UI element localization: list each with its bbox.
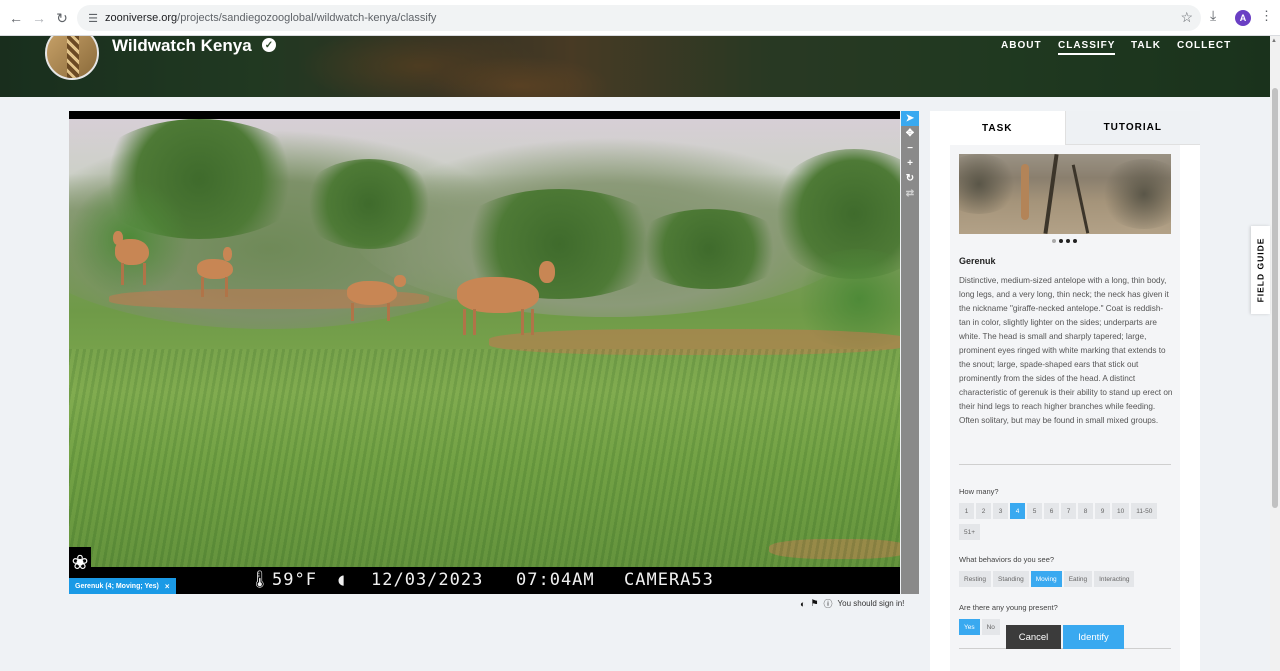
download-icon[interactable]: ⤓ — [1210, 7, 1216, 24]
flag-icon[interactable]: ⚑ — [810, 598, 818, 609]
camera-id-readout: CAMERA53 — [624, 570, 714, 590]
remove-annotation-icon[interactable]: × — [165, 582, 170, 591]
behavior-option-selected[interactable]: Moving — [1030, 571, 1062, 587]
task-panel: TASK TUTORIAL Gerenuk Distinctive, mediu… — [930, 111, 1200, 671]
gerenuk-figure — [1021, 164, 1029, 220]
count-option[interactable]: 51+ — [959, 524, 981, 540]
reset-view-icon[interactable]: ⇄ — [901, 186, 919, 201]
count-option[interactable]: 6 — [1044, 503, 1059, 519]
url-text[interactable]: zooniverse.org/projects/sandiegozoogloba… — [105, 12, 436, 24]
profile-avatar[interactable]: A — [1235, 10, 1251, 26]
invert-colors-icon[interactable]: ◐ — [800, 599, 805, 609]
project-avatar[interactable] — [45, 36, 99, 80]
page-scrollbar[interactable]: ▲ — [1270, 36, 1280, 671]
url-domain: zooniverse.org — [105, 12, 178, 24]
moon-phase-icon: ◖ — [336, 570, 348, 590]
project-title[interactable]: Wildwatch Kenya — [112, 36, 252, 56]
acacia-tree — [629, 209, 789, 289]
viewer-toolbar: ➤ ✥ − + ↻ ⇄ — [901, 111, 919, 594]
divider — [959, 464, 1171, 465]
count-option[interactable]: 10 — [1112, 503, 1130, 519]
site-info-icon[interactable]: ☰ — [85, 10, 101, 26]
carousel-dot[interactable] — [1073, 239, 1077, 243]
question-behaviors: What behaviors do you see? — [959, 555, 1055, 564]
count-option[interactable]: 3 — [993, 503, 1008, 519]
viewer-meta: ◐ ⚑ ⓘ You should sign in! — [800, 597, 904, 610]
rotate-icon[interactable]: ↻ — [901, 171, 919, 186]
temperature-readout: 59°F — [272, 570, 317, 590]
time-readout: 07:04AM — [516, 570, 595, 590]
species-example-image[interactable] — [959, 154, 1171, 234]
bookmark-star-icon[interactable]: ☆ — [1180, 9, 1193, 26]
grass-foreground — [69, 349, 900, 575]
behavior-option[interactable]: Resting — [959, 571, 992, 587]
project-header: Wildwatch Kenya ✓ ABOUT CLASSIFY TALK CO… — [0, 36, 1270, 97]
browser-menu-icon[interactable]: ⋮ — [1260, 8, 1273, 24]
nav-talk[interactable]: TALK — [1131, 40, 1161, 51]
acacia-tree — [299, 159, 439, 249]
info-icon[interactable]: ⓘ — [824, 597, 833, 610]
scroll-up-arrow-icon[interactable]: ▲ — [1271, 38, 1277, 44]
sign-in-prompt[interactable]: You should sign in! — [838, 599, 905, 608]
camera-brand-logo-icon: ❀ — [69, 547, 91, 577]
nav-classify[interactable]: CLASSIFY — [1058, 40, 1116, 55]
camera-info-bar: 🌡︎ 59°F ◖ 12/03/2023 07:04AM CAMERA53 — [69, 567, 900, 594]
count-option[interactable]: 9 — [1095, 503, 1110, 519]
camera-trap-photo[interactable] — [69, 119, 900, 575]
zoom-out-icon[interactable]: − — [901, 141, 919, 156]
nav-collect[interactable]: COLLECT — [1177, 40, 1231, 51]
behavior-options: Resting Standing Moving Eating Interacti… — [959, 571, 1171, 587]
behavior-option[interactable]: Standing — [993, 571, 1029, 587]
species-detail: Gerenuk Distinctive, medium-sized antelo… — [950, 145, 1180, 671]
field-guide-tab[interactable]: FIELD GUIDE — [1251, 226, 1270, 314]
how-many-options: 1 2 3 4 5 6 7 8 9 10 11-50 51+ — [959, 503, 1171, 540]
species-name: Gerenuk — [959, 256, 996, 266]
count-option[interactable]: 7 — [1061, 503, 1076, 519]
tab-tutorial[interactable]: TUTORIAL — [1064, 111, 1200, 145]
behavior-option[interactable]: Interacting — [1094, 571, 1135, 587]
task-tabs: TASK TUTORIAL — [930, 111, 1200, 145]
count-option[interactable]: 2 — [976, 503, 991, 519]
scrollbar-thumb[interactable] — [1272, 88, 1278, 508]
forward-arrow-icon[interactable]: → — [27, 6, 51, 30]
annotation-tag[interactable]: Gerenuk (4; Moving; Yes) × — [69, 578, 176, 594]
carousel-dot[interactable] — [1066, 239, 1070, 243]
zoom-in-icon[interactable]: + — [901, 156, 919, 171]
count-option[interactable]: 11-50 — [1131, 503, 1158, 519]
subject-viewer[interactable]: 🌡︎ 59°F ◖ 12/03/2023 07:04AM CAMERA53 ❀ — [69, 111, 900, 594]
pointer-tool-icon[interactable]: ➤ — [901, 111, 919, 126]
identify-button[interactable]: Identify — [1063, 625, 1124, 649]
move-tool-icon[interactable]: ✥ — [901, 126, 919, 141]
tab-task[interactable]: TASK — [930, 111, 1065, 145]
carousel-dot[interactable] — [1052, 239, 1056, 243]
count-option-selected[interactable]: 4 — [1010, 503, 1025, 519]
verified-badge-icon: ✓ — [262, 38, 276, 52]
address-bar[interactable]: ☰ zooniverse.org/projects/sandiegozooglo… — [77, 5, 1201, 31]
species-description: Distinctive, medium-sized antelope with … — [959, 276, 1173, 425]
reload-icon[interactable]: ↻ — [50, 6, 74, 30]
back-arrow-icon[interactable]: ← — [4, 6, 28, 30]
nav-about[interactable]: ABOUT — [1001, 40, 1042, 51]
cancel-button[interactable]: Cancel — [1006, 625, 1061, 649]
young-option-selected[interactable]: Yes — [959, 619, 980, 635]
question-how-many: How many? — [959, 487, 999, 496]
count-option[interactable]: 5 — [1027, 503, 1042, 519]
browser-toolbar: ← → ↻ ☰ zooniverse.org/projects/sandiego… — [0, 0, 1280, 36]
count-option[interactable]: 1 — [959, 503, 974, 519]
thermometer-icon: 🌡︎ — [249, 570, 272, 590]
question-young-present: Are there any young present? — [959, 603, 1058, 612]
action-buttons: Cancel Identify — [1006, 625, 1124, 649]
url-path: /projects/sandiegozooglobal/wildwatch-ke… — [177, 12, 437, 24]
carousel-dot[interactable] — [1059, 239, 1063, 243]
behavior-option[interactable]: Eating — [1063, 571, 1093, 587]
annotation-summary: Gerenuk (4; Moving; Yes) — [75, 582, 159, 590]
count-option[interactable]: 8 — [1078, 503, 1093, 519]
image-carousel-dots[interactable] — [1052, 239, 1077, 243]
field-guide-label: FIELD GUIDE — [1255, 237, 1266, 303]
young-option[interactable]: No — [981, 619, 1000, 635]
date-readout: 12/03/2023 — [371, 570, 484, 590]
